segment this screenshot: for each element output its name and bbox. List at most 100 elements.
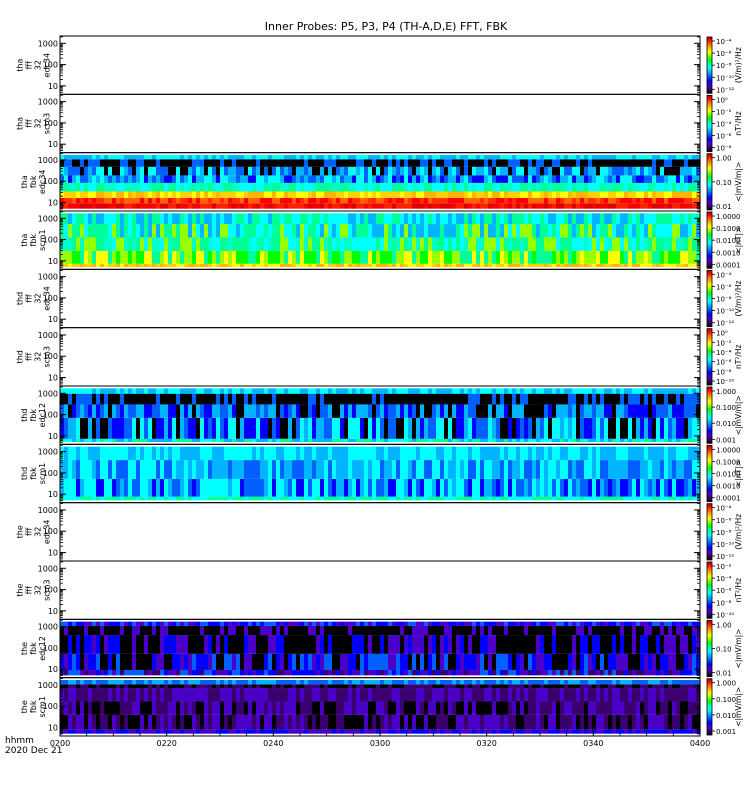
spectrogram-cell: [248, 478, 253, 497]
spectrogram-cell: [64, 496, 69, 501]
spectrogram-cell: [328, 653, 333, 670]
spectrogram-cell: [308, 669, 313, 676]
spectrogram-cell: [416, 224, 421, 238]
spectrogram-cell: [340, 460, 345, 479]
spectrogram-cell: [684, 263, 689, 267]
spectrogram-cell: [112, 159, 117, 167]
spectrogram-cell: [484, 191, 489, 198]
spectrogram-cell: [196, 213, 201, 225]
spectrogram-cell: [104, 438, 109, 442]
spectrogram-cell: [108, 460, 113, 479]
spectrogram-cell: [268, 182, 273, 192]
spectrogram-cell: [208, 393, 213, 405]
spectrogram-cell: [276, 250, 281, 264]
spectrogram-cell: [616, 625, 621, 636]
spectrogram-cell: [564, 635, 569, 654]
spectrogram-cell: [268, 653, 273, 670]
spectrogram-cell: [468, 669, 473, 676]
spectrogram-cell: [176, 197, 181, 204]
spectrogram-cell: [568, 197, 573, 204]
spectrogram-cell: [416, 203, 421, 209]
spectrogram-cell: [360, 669, 365, 676]
spectrogram-cell: [608, 438, 613, 442]
spectrogram-cell: [76, 175, 81, 183]
spectrogram-cell: [412, 224, 417, 238]
spectrogram-cell: [644, 182, 649, 192]
spectrogram-cell: [692, 224, 697, 238]
spectrogram-cell: [108, 213, 113, 225]
spectrogram-cell: [116, 159, 121, 167]
spectrogram-cell: [424, 635, 429, 654]
spectrogram-cell: [272, 496, 277, 501]
spectrogram-cell: [592, 625, 597, 636]
spectrogram-cell: [316, 404, 321, 418]
spectrogram-cell: [300, 182, 305, 192]
spectrogram-cell: [352, 182, 357, 192]
spectrogram-cell: [412, 182, 417, 192]
spectrogram-cell: [116, 166, 121, 176]
spectrogram-cell: [224, 155, 229, 160]
spectrogram-cell: [516, 159, 521, 167]
spectrogram-cell: [512, 404, 517, 418]
spectrogram-cell: [436, 175, 441, 183]
spectrogram-cell: [104, 393, 109, 405]
spectrogram-cell: [628, 653, 633, 670]
spectrogram-cell: [248, 625, 253, 636]
spectrogram-cell: [88, 182, 93, 192]
spectrogram-cell: [188, 263, 193, 267]
spectrogram-cell: [672, 224, 677, 238]
spectrogram-cell: [208, 460, 213, 479]
spectrogram-cell: [520, 635, 525, 654]
spectrogram-cell: [532, 417, 537, 439]
spectrogram-cell: [104, 213, 109, 225]
spectrogram-cell: [612, 460, 617, 479]
spectrogram-cell: [448, 203, 453, 209]
spectrogram-cell: [240, 213, 245, 225]
panel-frame: [59, 327, 701, 387]
spectrogram-cell: [680, 438, 685, 442]
spectrogram-cell: [72, 621, 77, 626]
spectrogram-cell: [300, 175, 305, 183]
spectrogram-cell: [612, 625, 617, 636]
spectrogram-cell: [520, 263, 525, 267]
spectrogram-cell: [112, 250, 117, 264]
spectrogram-cell: [444, 460, 449, 479]
spectrogram-cell: [644, 166, 649, 176]
spectrogram-cell: [304, 496, 309, 501]
spectrogram-cell: [244, 237, 249, 251]
spectrogram-cell: [376, 496, 381, 501]
spectrogram-cell: [548, 446, 553, 461]
spectrogram-cell: [140, 460, 145, 479]
spectrogram-cell: [604, 182, 609, 192]
spectrogram-cell: [332, 635, 337, 654]
spectrogram-cell: [656, 446, 661, 461]
spectrogram-cell: [148, 203, 153, 209]
spectrogram-cell: [228, 478, 233, 497]
spectrogram-cell: [84, 417, 89, 439]
spectrogram-cell: [168, 159, 173, 167]
spectrogram-cell: [588, 237, 593, 251]
spectrogram-cell: [464, 478, 469, 497]
spectrogram-cell: [444, 250, 449, 264]
spectrogram-cell: [552, 388, 557, 394]
spectrogram-cell: [448, 250, 453, 264]
spectrogram-cell: [340, 166, 345, 176]
spectrogram-cell: [92, 159, 97, 167]
spectrogram-cell: [408, 166, 413, 176]
spectrogram-cell: [420, 263, 425, 267]
spectrogram-cell: [632, 224, 637, 238]
spectrogram-cell: [368, 159, 373, 167]
spectrogram-cell: [540, 625, 545, 636]
spectrogram-cell: [496, 635, 501, 654]
colorbar-gradient: [706, 153, 713, 211]
spectrogram-cell: [84, 388, 89, 394]
spectrogram-cell: [572, 166, 577, 176]
spectrogram-cell: [600, 621, 605, 626]
spectrogram-cell: [360, 182, 365, 192]
spectrogram-cell: [192, 203, 197, 209]
spectrogram-cell: [616, 404, 621, 418]
spectrogram-cell: [120, 635, 125, 654]
spectrogram-cell: [668, 166, 673, 176]
spectrogram-cell: [224, 404, 229, 418]
spectrogram-cell: [132, 250, 137, 264]
